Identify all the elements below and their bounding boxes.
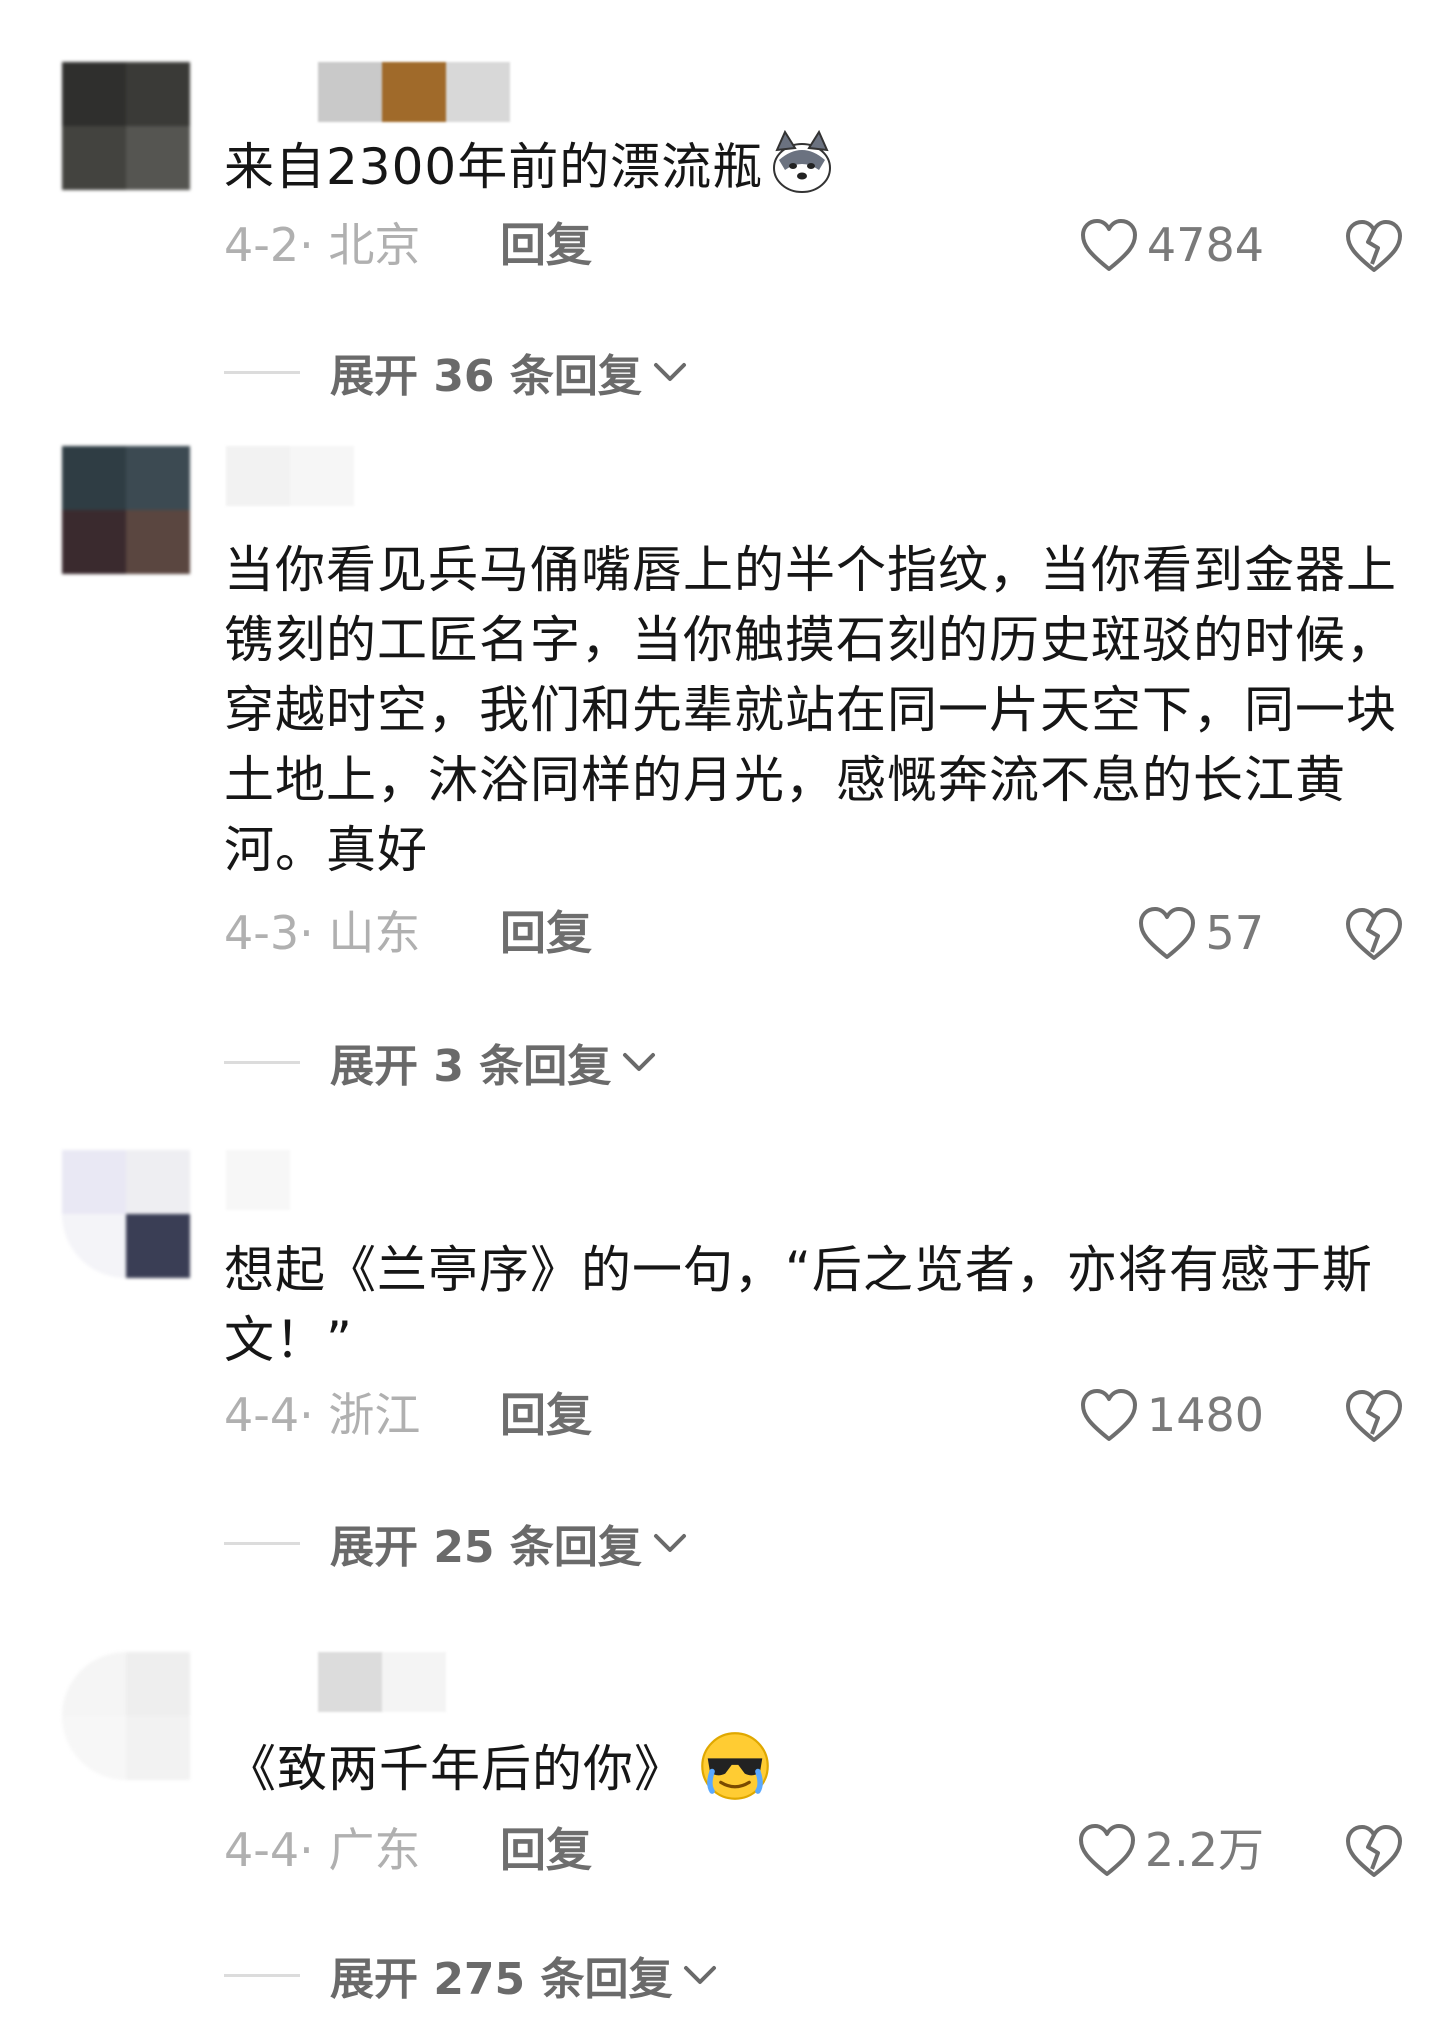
comment-meta: 4-4· 广东 回复 2.2万 (224, 1815, 1404, 1885)
expand-replies-button[interactable]: 展开 25 条回复 (224, 1508, 690, 1578)
like-count: 1480 (1146, 1388, 1264, 1442)
comment-meta: 4-2· 北京 回复 4784 (224, 210, 1404, 280)
reply-button[interactable]: 回复 (500, 210, 592, 280)
avatar[interactable] (62, 446, 190, 574)
like-count: 2.2万 (1144, 1823, 1264, 1877)
like-count: 4784 (1146, 218, 1264, 272)
like-button[interactable]: 4784 (1079, 210, 1264, 280)
reply-button[interactable]: 回复 (500, 898, 592, 968)
comment-text: 来自2300年前的漂流瓶 (224, 130, 1404, 202)
reply-button[interactable]: 回复 (500, 1815, 592, 1885)
comment-date-location: 4-3· 山东 (224, 906, 421, 960)
username[interactable] (226, 446, 354, 506)
divider-line (224, 1060, 300, 1064)
like-button[interactable]: 2.2万 (1077, 1815, 1264, 1885)
heart-outline-icon (1139, 907, 1196, 959)
husky-dog-emoji (773, 130, 832, 193)
chevron-down-icon (684, 1966, 717, 1984)
username[interactable] (318, 1652, 446, 1712)
divider-line (224, 1973, 300, 1977)
cool-sunglasses-crying-emoji (701, 1732, 769, 1800)
avatar[interactable] (62, 1150, 190, 1278)
reply-button[interactable]: 回复 (500, 1380, 592, 1450)
expand-replies-label: 展开 36 条回复 (330, 351, 642, 402)
broken-heart-icon[interactable] (1344, 216, 1404, 274)
like-count: 57 (1205, 906, 1264, 960)
like-button[interactable]: 1480 (1079, 1380, 1264, 1450)
heart-outline-icon (1078, 1824, 1135, 1876)
comment-text: 当你看见兵马俑嘴唇上的半个指纹，当你看到金器上镌刻的工匠名字，当你触摸石刻的历史… (224, 541, 1397, 879)
comment-text: 《致两千年后的你》 (226, 1730, 1406, 1804)
broken-heart-icon[interactable] (1344, 904, 1404, 962)
like-button[interactable]: 57 (1137, 898, 1264, 968)
expand-replies-button[interactable]: 展开 275 条回复 (224, 1940, 720, 2010)
username[interactable] (318, 62, 510, 122)
comment-date-location: 4-4· 浙江 (224, 1388, 421, 1442)
chevron-down-icon (623, 1053, 656, 1071)
comment-meta: 4-4· 浙江 回复 1480 (224, 1380, 1404, 1450)
comment-meta: 4-3· 山东 回复 57 (224, 898, 1404, 968)
avatar[interactable] (62, 1652, 190, 1780)
divider-line (224, 370, 300, 374)
comment-date-location: 4-2· 北京 (224, 218, 421, 272)
heart-outline-icon (1080, 219, 1137, 271)
expand-replies-label: 展开 275 条回复 (330, 1954, 673, 2005)
avatar[interactable] (62, 62, 190, 190)
expand-replies-label: 展开 3 条回复 (330, 1041, 612, 1092)
comment-text: 想起《兰亭序》的一句，“后之览者，亦将有感于斯文！” (224, 1241, 1373, 1369)
expand-replies-button[interactable]: 展开 36 条回复 (224, 337, 690, 407)
expand-replies-label: 展开 25 条回复 (330, 1522, 642, 1573)
username[interactable] (226, 1150, 290, 1210)
chevron-down-icon (653, 1534, 686, 1552)
broken-heart-icon[interactable] (1344, 1386, 1404, 1444)
comment-date-location: 4-4· 广东 (224, 1823, 421, 1877)
divider-line (224, 1541, 300, 1545)
expand-replies-button[interactable]: 展开 3 条回复 (224, 1027, 659, 1097)
heart-outline-icon (1080, 1389, 1137, 1441)
broken-heart-icon[interactable] (1344, 1821, 1404, 1879)
chevron-down-icon (653, 363, 686, 381)
